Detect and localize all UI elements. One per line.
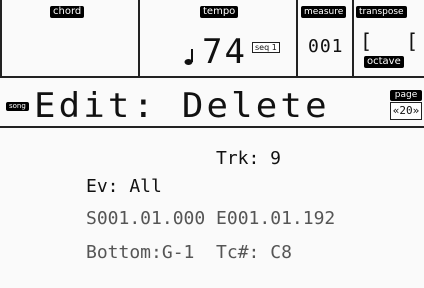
tempo-value: 74 <box>202 32 247 72</box>
page-title: Edit: Delete <box>34 86 330 126</box>
measure-panel: measure 001 <box>298 0 354 78</box>
track-param[interactable]: Trk: 9 <box>216 148 281 170</box>
octave-label: octave <box>364 56 404 68</box>
transpose-label: transpose <box>356 6 407 18</box>
transpose-right-value: [ <box>406 29 419 53</box>
measure-value: 001 <box>308 36 344 57</box>
event-param[interactable]: Ev: All <box>86 176 162 198</box>
transpose-panel: transpose [ [ octave <box>354 0 424 78</box>
bottom-tc-param[interactable]: Bottom:G-1 Tc#: C8 <box>86 242 292 264</box>
measure-label: measure <box>301 6 347 18</box>
title-bar: song Edit: Delete page «20» <box>0 84 424 128</box>
chord-label: chord <box>50 6 85 18</box>
page-label: page <box>390 90 422 101</box>
page-selector[interactable]: page «20» <box>390 90 422 122</box>
parameter-area: Trk: 9 Ev: All S001.01.000 E001.01.192 B… <box>0 128 424 288</box>
range-param[interactable]: S001.01.000 E001.01.192 <box>86 208 335 230</box>
transpose-left-value: [ <box>360 29 373 53</box>
sequencer-badge: seq 1 <box>252 42 280 53</box>
display-screen: chord tempo 74 seq 1 measure 001 transpo… <box>0 0 424 288</box>
song-mode-tag: song <box>6 102 29 111</box>
page-number[interactable]: «20» <box>390 102 422 120</box>
tempo-label: tempo <box>200 6 239 18</box>
chord-panel: chord <box>0 0 140 78</box>
quarter-note-icon <box>182 48 196 66</box>
tempo-panel[interactable]: tempo 74 seq 1 <box>140 0 298 78</box>
